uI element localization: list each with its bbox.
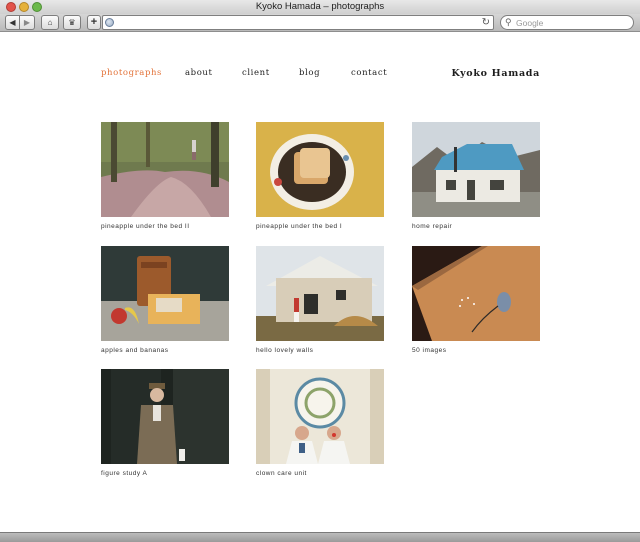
search-input[interactable] (516, 17, 628, 28)
photo-thumbnail[interactable] (412, 246, 540, 341)
photo-thumbnail[interactable] (412, 122, 540, 217)
globe-icon (105, 18, 114, 27)
gallery-item[interactable]: hello lovely walls (256, 246, 384, 354)
search-field[interactable]: ⚲ (500, 15, 634, 30)
nav-item-photographs[interactable]: photographs (101, 68, 162, 78)
home-button[interactable]: ⌂ (41, 15, 59, 30)
gallery-item[interactable]: 50 images (412, 246, 540, 354)
gallery-item[interactable]: figure study A (101, 369, 229, 477)
photo-caption[interactable]: home repair (412, 223, 540, 230)
window-title: Kyoko Hamada – photographs (255, 1, 385, 12)
search-icon: ⚲ (505, 17, 512, 27)
site-title[interactable]: Kyoko Hamada (452, 68, 540, 79)
gallery-item[interactable]: home repair (412, 122, 540, 230)
photo-caption[interactable]: apples and bananas (101, 347, 229, 354)
minimize-window-button[interactable] (19, 2, 29, 12)
forward-arrow-icon: ▶ (23, 18, 31, 27)
site-nav: photographs about client blog contact (0, 68, 640, 82)
zoom-window-button[interactable] (32, 2, 42, 12)
add-bookmark-button[interactable]: + (87, 15, 101, 30)
gallery-item[interactable]: clown care unit (256, 369, 384, 477)
photo-caption[interactable]: clown care unit (256, 470, 384, 477)
close-window-button[interactable] (6, 2, 16, 12)
photo-thumbnail[interactable] (256, 369, 384, 464)
back-button[interactable]: ◀ (5, 15, 20, 30)
photo-caption[interactable]: hello lovely walls (256, 347, 384, 354)
browser-toolbar: ◀ ▶ ⌂ ♛ + ↻ ⚲ (0, 14, 640, 32)
window-status-bar (0, 532, 640, 542)
nav-item-contact[interactable]: contact (351, 68, 387, 78)
home-icon: ⌂ (47, 18, 53, 27)
nav-item-blog[interactable]: blog (299, 68, 320, 78)
plus-icon: + (90, 16, 98, 28)
gallery-item[interactable]: pineapple under the bed I (256, 122, 384, 230)
photo-thumbnail[interactable] (101, 122, 229, 217)
photo-thumbnail[interactable] (256, 122, 384, 217)
bookmarks-button[interactable]: ♛ (63, 15, 81, 30)
back-arrow-icon: ◀ (9, 18, 16, 27)
window-titlebar: Kyoko Hamada – photographs (0, 0, 640, 14)
photo-caption[interactable]: pineapple under the bed I (256, 223, 384, 230)
photo-caption[interactable]: 50 images (412, 347, 540, 354)
forward-button[interactable]: ▶ (20, 15, 35, 30)
nav-item-about[interactable]: about (185, 68, 213, 78)
photo-thumbnail[interactable] (256, 246, 384, 341)
address-bar[interactable]: ↻ (102, 15, 494, 30)
gallery-item[interactable]: apples and bananas (101, 246, 229, 354)
reload-icon[interactable]: ↻ (482, 16, 490, 29)
nav-item-client[interactable]: client (242, 68, 270, 78)
photo-caption[interactable]: figure study A (101, 470, 229, 477)
gallery-item[interactable]: pineapple under the bed II (101, 122, 229, 230)
photo-thumbnail[interactable] (101, 369, 229, 464)
photo-thumbnail[interactable] (101, 246, 229, 341)
photo-caption[interactable]: pineapple under the bed II (101, 223, 229, 230)
bookmarks-icon: ♛ (68, 18, 76, 27)
